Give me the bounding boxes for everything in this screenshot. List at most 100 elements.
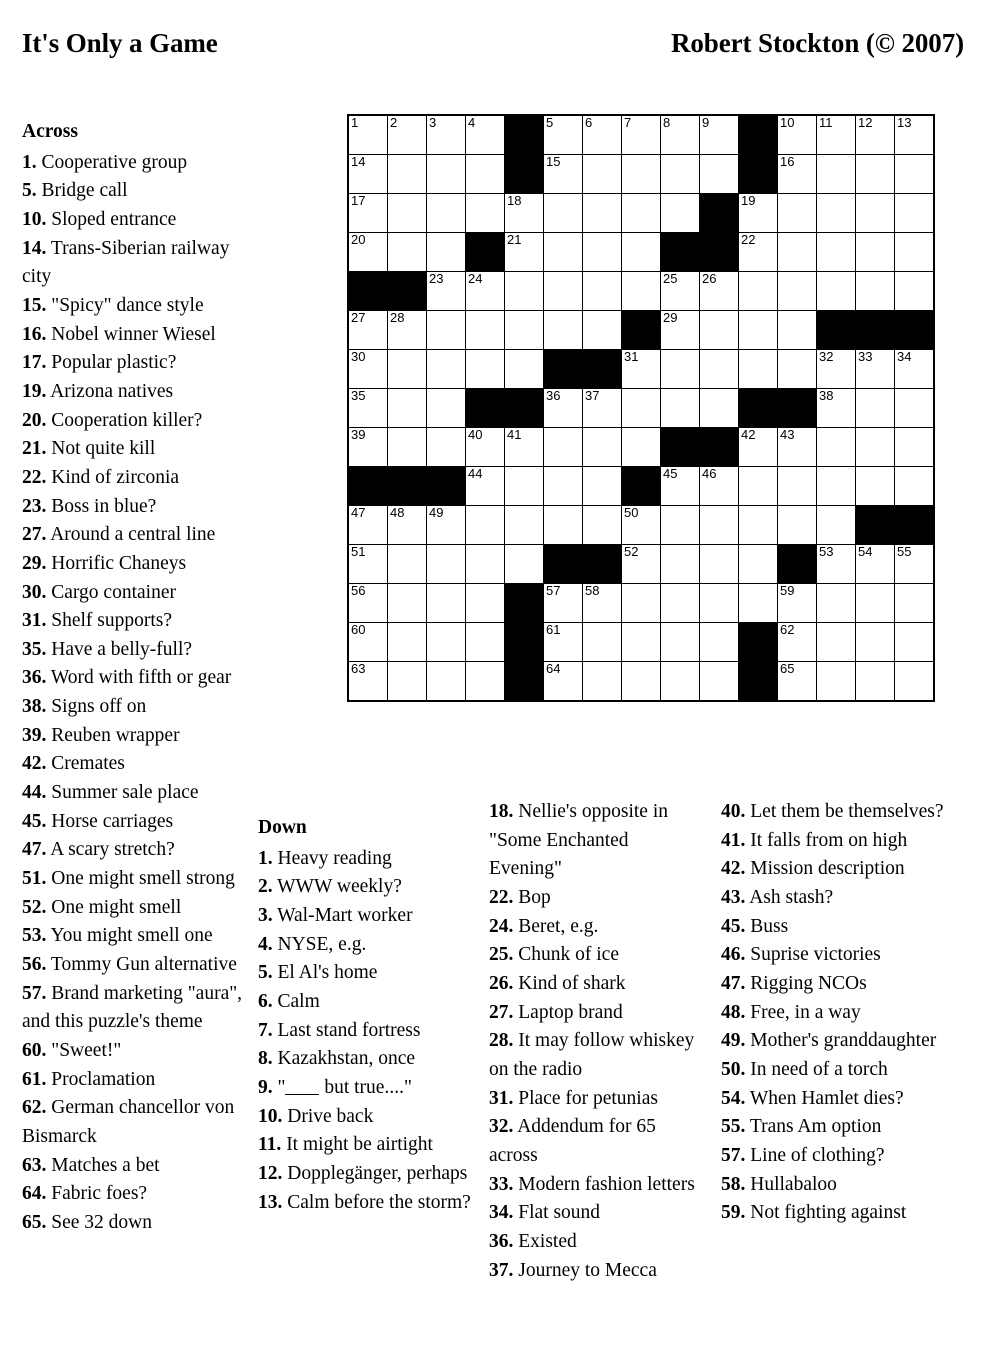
down-clue[interactable]: 18. Nellie's opposite in "Some Enchanted… <box>489 798 701 884</box>
across-clue[interactable]: 1. Cooperative group <box>22 149 254 178</box>
grid-cell[interactable]: 59 <box>777 583 817 623</box>
grid-cell[interactable]: 1 <box>347 114 388 155</box>
grid-cell[interactable] <box>426 544 466 584</box>
grid-cell[interactable] <box>621 193 661 233</box>
grid-cell[interactable] <box>426 583 466 623</box>
grid-cell[interactable] <box>582 154 622 194</box>
grid-cell[interactable]: 46 <box>699 466 739 506</box>
down-clue[interactable]: 31. Place for petunias <box>489 1085 701 1114</box>
grid-cell[interactable] <box>543 271 583 311</box>
grid-cell[interactable] <box>816 622 856 662</box>
grid-cell[interactable]: 65 <box>777 661 817 702</box>
grid-cell[interactable] <box>660 622 700 662</box>
grid-cell[interactable] <box>582 466 622 506</box>
grid-cell[interactable] <box>543 232 583 272</box>
grid-cell[interactable] <box>855 622 895 662</box>
down-clue[interactable]: 49. Mother's granddaughter <box>721 1027 961 1056</box>
down-clue[interactable]: 59. Not fighting against <box>721 1199 961 1228</box>
grid-cell[interactable] <box>777 349 817 389</box>
down-clue[interactable]: 3. Wal-Mart worker <box>258 902 473 931</box>
grid-cell[interactable] <box>621 427 661 467</box>
grid-cell[interactable]: 54 <box>855 544 895 584</box>
grid-cell[interactable] <box>660 505 700 545</box>
down-clue[interactable]: 8. Kazakhstan, once <box>258 1045 473 1074</box>
grid-cell[interactable] <box>894 661 935 702</box>
grid-cell[interactable]: 63 <box>347 661 388 702</box>
grid-cell[interactable] <box>816 505 856 545</box>
grid-cell[interactable] <box>894 583 935 623</box>
grid-cell[interactable] <box>855 388 895 428</box>
grid-cell[interactable] <box>855 271 895 311</box>
down-clue[interactable]: 12. Dopplegänger, perhaps <box>258 1160 473 1189</box>
grid-cell[interactable] <box>621 271 661 311</box>
grid-cell[interactable]: 14 <box>347 154 388 194</box>
down-clue[interactable]: 6. Calm <box>258 988 473 1017</box>
grid-cell[interactable] <box>504 505 544 545</box>
grid-cell[interactable]: 37 <box>582 388 622 428</box>
across-clue[interactable]: 36. Word with fifth or gear <box>22 664 254 693</box>
grid-cell[interactable] <box>699 544 739 584</box>
grid-cell[interactable]: 56 <box>347 583 388 623</box>
grid-cell[interactable] <box>777 232 817 272</box>
down-clue[interactable]: 41. It falls from on high <box>721 827 961 856</box>
grid-cell[interactable] <box>387 622 427 662</box>
grid-cell[interactable] <box>699 388 739 428</box>
grid-cell[interactable] <box>504 310 544 350</box>
grid-cell[interactable]: 10 <box>777 114 817 155</box>
grid-cell[interactable]: 11 <box>816 114 856 155</box>
grid-cell[interactable]: 45 <box>660 466 700 506</box>
across-clue[interactable]: 16. Nobel winner Wiesel <box>22 321 254 350</box>
across-clue[interactable]: 61. Proclamation <box>22 1066 254 1095</box>
grid-cell[interactable] <box>660 154 700 194</box>
grid-cell[interactable]: 5 <box>543 114 583 155</box>
down-clue[interactable]: 50. In need of a torch <box>721 1056 961 1085</box>
grid-cell[interactable] <box>621 622 661 662</box>
grid-cell[interactable]: 9 <box>699 114 739 155</box>
grid-cell[interactable]: 25 <box>660 271 700 311</box>
grid-cell[interactable]: 57 <box>543 583 583 623</box>
down-clue[interactable]: 9. " but true...." <box>258 1074 473 1103</box>
grid-cell[interactable] <box>465 544 505 584</box>
grid-cell[interactable]: 8 <box>660 114 700 155</box>
grid-cell[interactable] <box>894 427 935 467</box>
grid-cell[interactable] <box>543 193 583 233</box>
across-clue[interactable]: 57. Brand marketing "aura", and this puz… <box>22 980 254 1037</box>
grid-cell[interactable] <box>504 349 544 389</box>
grid-cell[interactable]: 24 <box>465 271 505 311</box>
down-clue[interactable]: 46. Suprise victories <box>721 941 961 970</box>
down-clue[interactable]: 28. It may follow whiskey on the radio <box>489 1027 701 1084</box>
grid-cell[interactable] <box>543 505 583 545</box>
grid-cell[interactable] <box>660 349 700 389</box>
grid-cell[interactable] <box>660 544 700 584</box>
grid-cell[interactable]: 18 <box>504 193 544 233</box>
grid-cell[interactable]: 22 <box>738 232 778 272</box>
grid-cell[interactable] <box>426 193 466 233</box>
grid-cell[interactable] <box>816 271 856 311</box>
grid-cell[interactable] <box>816 232 856 272</box>
grid-cell[interactable] <box>660 583 700 623</box>
grid-cell[interactable]: 64 <box>543 661 583 702</box>
grid-cell[interactable]: 15 <box>543 154 583 194</box>
grid-cell[interactable]: 13 <box>894 114 935 155</box>
grid-cell[interactable]: 44 <box>465 466 505 506</box>
down-clue[interactable]: 22. Bop <box>489 884 701 913</box>
grid-cell[interactable] <box>660 193 700 233</box>
grid-cell[interactable]: 53 <box>816 544 856 584</box>
grid-cell[interactable]: 34 <box>894 349 935 389</box>
grid-cell[interactable] <box>582 505 622 545</box>
across-clue[interactable]: 31. Shelf supports? <box>22 607 254 636</box>
down-clue[interactable]: 42. Mission description <box>721 855 961 884</box>
across-clue[interactable]: 22. Kind of zirconia <box>22 464 254 493</box>
down-clue[interactable]: 27. Laptop brand <box>489 999 701 1028</box>
grid-cell[interactable]: 43 <box>777 427 817 467</box>
across-clue[interactable]: 42. Cremates <box>22 750 254 779</box>
grid-cell[interactable] <box>699 661 739 702</box>
grid-cell[interactable] <box>387 154 427 194</box>
grid-cell[interactable] <box>504 271 544 311</box>
down-clue[interactable]: 4. NYSE, e.g. <box>258 931 473 960</box>
grid-cell[interactable] <box>465 193 505 233</box>
down-clue[interactable]: 43. Ash stash? <box>721 884 961 913</box>
grid-cell[interactable]: 12 <box>855 114 895 155</box>
down-clue[interactable]: 40. Let them be themselves? <box>721 798 961 827</box>
down-clue[interactable]: 33. Modern fashion letters <box>489 1171 701 1200</box>
